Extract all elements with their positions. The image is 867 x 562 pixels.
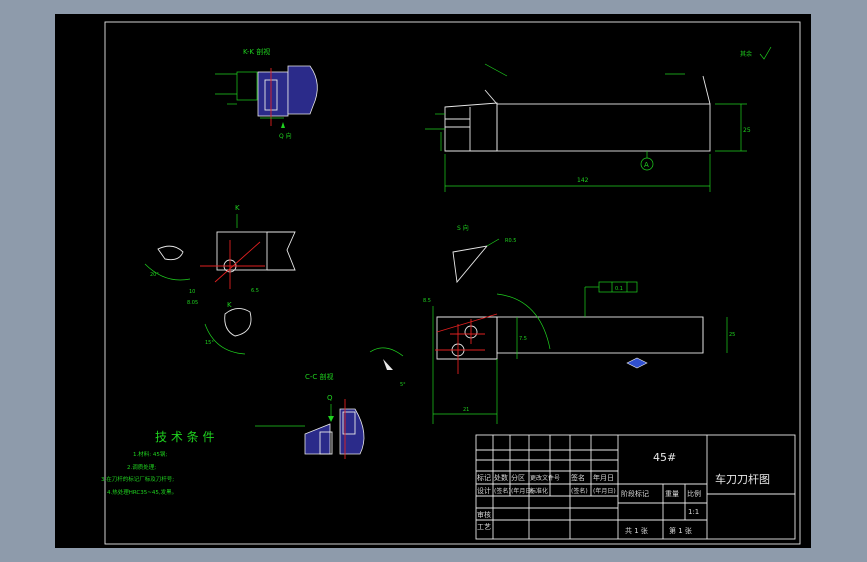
dim-r: R0.5 — [505, 238, 516, 244]
tech-line-1: 1.材料: 45钢; — [133, 450, 167, 458]
review-label: 审核 — [477, 510, 491, 519]
dim-c: 8.5 — [423, 298, 431, 304]
roughness-note: 其余 — [740, 50, 752, 58]
scale-value: 1:1 — [688, 508, 699, 516]
cad-drawing: K-K 剖视 Q 向 142 25 A 其余 K 20° 10 8.05 6.5… — [101, 21, 801, 545]
h1-3: 更改文件号 — [530, 474, 560, 482]
sheet-number: 第 1 张 — [669, 526, 692, 535]
label-k-mid: K — [227, 301, 232, 309]
kk-section-label: K-K 剖视 — [243, 47, 270, 56]
kk-section-view: K-K 剖视 Q 向 — [215, 47, 318, 140]
h2-5: (年月日) — [593, 487, 616, 495]
top-view: S 向 R0.5 21 7.5 25 8.5 0.1 5° — [369, 224, 735, 424]
dim-d2: 8.05 — [187, 300, 198, 306]
dim-angle-2: 15° — [205, 340, 214, 346]
view-q-label: Q 向 — [279, 132, 292, 140]
dim-angle-3: 5° — [400, 382, 406, 388]
weight-label: 重量 — [665, 490, 679, 498]
tolerance-value: 0.1 — [615, 286, 623, 292]
cc-section-view: C-C 剖视 Q — [255, 372, 365, 459]
h1-5: 年月日 — [593, 473, 614, 482]
tech-title: 技 术 条 件 — [155, 430, 214, 444]
h2-0: 设计 — [477, 486, 491, 495]
h1-1: 处数 — [494, 473, 508, 482]
process-label: 工艺 — [477, 523, 491, 531]
datum-a-label: A — [644, 161, 649, 169]
title-block: 45# 车刀刀杆图 标记 处数 分区 更改文件号 签名 年月日 设计 (签名) … — [475, 434, 796, 540]
h2-4: (签名) — [571, 487, 588, 495]
head-view-k: K 20° 10 8.05 6.5 K 15° — [144, 204, 296, 355]
dim-width: 21 — [463, 407, 469, 413]
dim-b: 7.5 — [519, 336, 527, 342]
dim-length: 142 — [577, 177, 589, 184]
dim-d3: 6.5 — [251, 288, 259, 294]
section-cc-label: C-C 剖视 — [305, 372, 334, 381]
view-s-label: S 向 — [457, 224, 469, 232]
drawing-name: 车刀刀杆图 — [715, 472, 770, 486]
drawing-border — [104, 21, 801, 545]
stage-label: 阶段标记 — [621, 489, 649, 498]
h2-1: (签名) — [494, 487, 511, 495]
material-value: 45# — [653, 451, 676, 464]
drawing-frame: K-K 剖视 Q 向 142 25 A 其余 K 20° 10 8.05 6.5… — [55, 14, 811, 548]
tech-line-2: 2.调质处理; — [127, 463, 156, 471]
dim-height: 25 — [743, 127, 751, 134]
side-view: 142 25 A — [425, 63, 751, 192]
h1-2: 分区 — [511, 473, 525, 482]
tech-line-3: 3.在刀杆的标记厂标及刀杆号; — [101, 475, 174, 483]
dim-angle-1: 20° — [150, 272, 159, 278]
h2-3: 标准化 — [530, 487, 548, 495]
dim-k: 25 — [729, 332, 735, 338]
tech-notes: 技 术 条 件 1.材料: 45钢; 2.调质处理; 3.在刀杆的标记厂标及刀杆… — [101, 430, 214, 496]
h1-4: 签名 — [571, 473, 585, 482]
tech-line-4: 4.热处理HRC35~45,发黑。 — [107, 488, 177, 496]
ratio-label: 比例 — [687, 489, 701, 498]
label-q: Q — [327, 394, 333, 402]
label-k-top: K — [235, 204, 240, 212]
dim-d1: 10 — [189, 289, 195, 295]
sheet-count: 共 1 张 — [625, 526, 648, 535]
h1-0: 标记 — [477, 473, 491, 482]
